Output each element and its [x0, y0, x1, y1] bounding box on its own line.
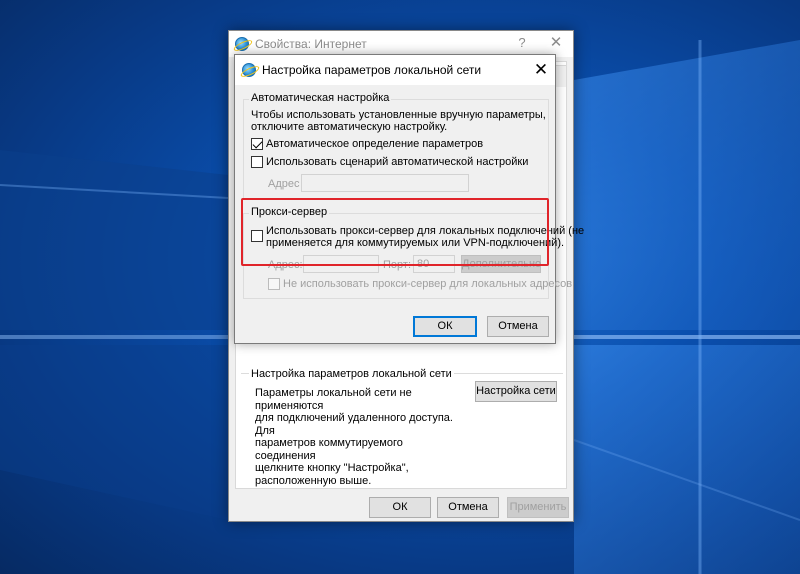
auto-config-group-title: Автоматическая настройка — [249, 92, 392, 104]
bypass-local-checkbox[interactable] — [268, 278, 280, 290]
use-script-label[interactable]: Использовать сценарий автоматической нас… — [266, 156, 528, 168]
lan-settings-group-title: Настройка параметров локальной сети — [249, 368, 454, 380]
internet-explorer-icon — [242, 63, 256, 77]
lan-settings-description: Параметры локальной сети не применяются … — [255, 387, 453, 487]
lan-settings-title: Настройка параметров локальной сети — [262, 63, 482, 77]
help-button[interactable]: ? — [513, 34, 531, 52]
dialog-ok-button[interactable]: ОК — [413, 316, 477, 337]
parent-ok-button[interactable]: ОК — [369, 497, 431, 518]
bypass-local-label[interactable]: Не использовать прокси-сервер для локаль… — [283, 278, 572, 290]
lan-settings-close-button[interactable]: ✕ — [531, 60, 551, 80]
internet-explorer-icon — [235, 37, 249, 51]
auto-config-description-line2: отключите автоматическую настройку. — [251, 121, 448, 133]
script-address-label: Адрес — [268, 178, 300, 190]
lan-settings-button[interactable]: Настройка сети — [475, 381, 557, 402]
auto-config-description-line1: Чтобы использовать установленные вручную… — [251, 109, 546, 121]
apply-button[interactable]: Применить — [507, 497, 569, 518]
script-address-input[interactable] — [301, 174, 469, 192]
auto-detect-label[interactable]: Автоматическое определение параметров — [266, 138, 483, 150]
internet-properties-close-button[interactable]: ✕ — [545, 34, 567, 52]
proxy-highlight-frame — [241, 198, 549, 266]
lan-settings-titlebar[interactable]: Настройка параметров локальной сети ✕ — [235, 55, 555, 85]
use-script-checkbox[interactable] — [251, 156, 263, 168]
internet-properties-title: Свойства: Интернет — [255, 37, 367, 51]
auto-detect-checkbox[interactable] — [251, 138, 263, 150]
parent-cancel-button[interactable]: Отмена — [437, 497, 499, 518]
dialog-cancel-button[interactable]: Отмена — [487, 316, 549, 337]
